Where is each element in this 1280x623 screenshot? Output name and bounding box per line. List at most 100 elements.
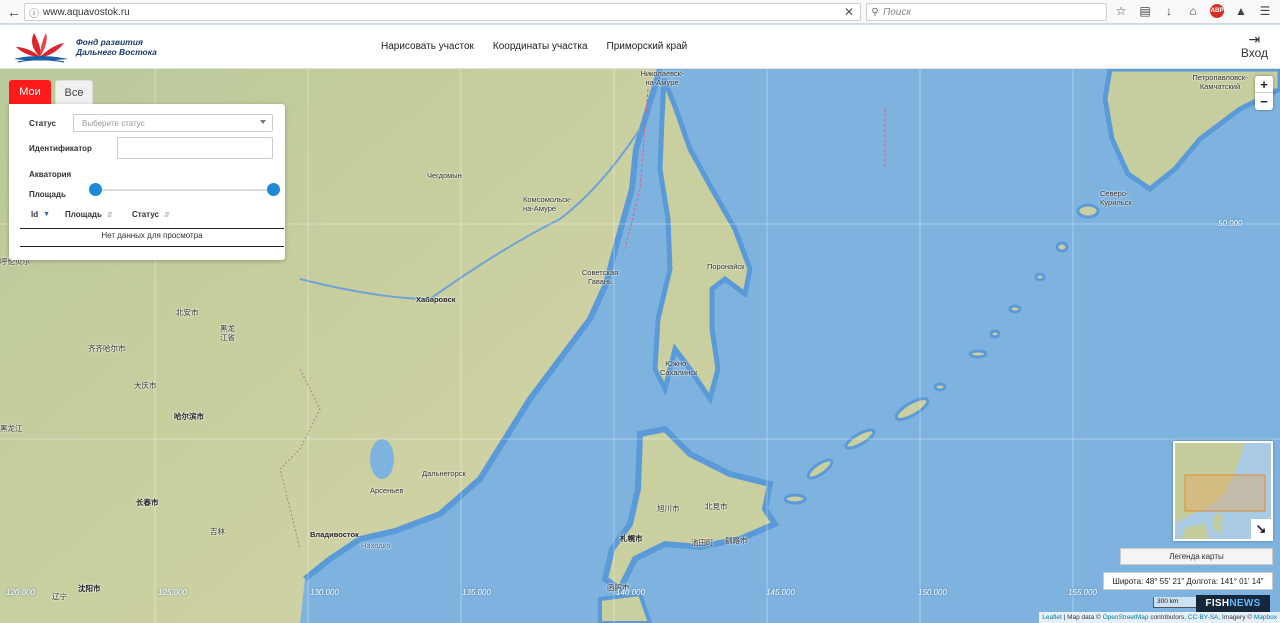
attribution-text: Map data © — [1067, 614, 1101, 621]
map-attribution: Leaflet | Map data © OpenStreetMap contr… — [1039, 612, 1280, 623]
map-label: 旭川市 — [657, 504, 680, 513]
browser-icons: ☆ ▤ ↓ ⌂ ABP ▲ ☰ — [1114, 4, 1272, 18]
map-label: Поронайск — [707, 262, 745, 271]
site-logo[interactable]: Фонд развития Дальнего Востока — [10, 31, 157, 63]
logo-line-1: Фонд развития — [76, 37, 143, 47]
zoom-control: + − — [1255, 76, 1273, 110]
area-slider-max-handle[interactable] — [266, 183, 280, 196]
nav-primorsky-krai[interactable]: Приморский край — [607, 41, 688, 52]
table-header-divider — [20, 228, 284, 229]
map-label: Чегдомын — [427, 171, 462, 180]
back-icon[interactable]: ← — [4, 2, 24, 22]
watermark-fish: FISH — [1205, 598, 1230, 609]
status-placeholder: Выберите статус — [82, 118, 145, 128]
login-icon: ⇥ — [1248, 31, 1261, 47]
column-header-label: Id — [31, 210, 39, 219]
longitude-label: 155.000 — [1068, 588, 1097, 597]
tab-all[interactable]: Все — [55, 80, 93, 104]
extension-icon[interactable]: ▲ — [1234, 4, 1248, 18]
map-label: 北安市 — [176, 308, 199, 317]
zoom-out-button[interactable]: − — [1255, 93, 1273, 110]
info-icon[interactable]: ⓘ — [25, 5, 43, 20]
table-bottom-divider — [20, 246, 284, 247]
osm-link[interactable]: OpenStreetMap — [1103, 614, 1149, 621]
longitude-label: 135.000 — [462, 588, 491, 597]
browser-search-input[interactable]: ⚲ Поиск — [866, 3, 1107, 21]
search-placeholder: Поиск — [883, 6, 912, 18]
zoom-in-button[interactable]: + — [1255, 76, 1273, 93]
column-header-id[interactable]: Id ▼ — [31, 210, 50, 219]
id-input[interactable] — [117, 137, 273, 159]
attribution-text: contributors, — [1150, 614, 1187, 621]
map-label: 吉林 — [210, 527, 225, 536]
latitude-label: 50.000 — [1218, 219, 1243, 228]
map-label: 齐齐哈尔市 — [88, 344, 126, 353]
map-label: 北見市 — [705, 502, 728, 511]
sort-icon: ⇵ — [106, 211, 113, 219]
map-label: Петропавловск-Камчатский — [1192, 73, 1248, 91]
clear-url-icon[interactable]: ✕ — [844, 5, 854, 19]
map-label: 池田町 — [691, 538, 714, 547]
longitude-label: 140.000 — [616, 588, 645, 597]
map-label: 辽宁 — [52, 592, 67, 601]
cursor-coordinates: Широта: 48° 55' 21" Долгота: 141° 01' 14… — [1103, 572, 1273, 590]
map-label: 沈阳市 — [78, 584, 101, 593]
main-nav: Нарисовать участок Координаты участка Пр… — [381, 41, 706, 52]
minimap-toggle-icon[interactable]: ↘ — [1251, 519, 1271, 539]
login-button[interactable]: ⇥ Вход — [1241, 32, 1268, 60]
minimap[interactable]: ↘ — [1173, 441, 1273, 541]
nav-draw-plot[interactable]: Нарисовать участок — [381, 41, 474, 52]
reading-list-icon[interactable]: ▤ — [1138, 4, 1152, 18]
longitude-label: 120.000 — [6, 588, 35, 597]
url-text: www.aquavostok.ru — [43, 6, 130, 18]
map-label: 长春市 — [136, 498, 159, 507]
column-header-area[interactable]: Площадь ⇵ — [65, 210, 113, 219]
empty-table-message: Нет данных для просмотра — [101, 231, 203, 240]
chevron-down-icon — [260, 120, 266, 124]
license-link[interactable]: CC-BY-SA — [1188, 614, 1218, 621]
map-label: Дальнегорск — [422, 469, 466, 478]
nav-plot-coordinates[interactable]: Координаты участка — [493, 41, 588, 52]
bookmark-star-icon[interactable]: ☆ — [1114, 4, 1128, 18]
map-label: Советская Гавань — [581, 268, 619, 286]
map-label: 釧路市 — [725, 536, 748, 545]
attribution-text: , Imagery © — [1218, 614, 1253, 621]
water-area-label: Акватория — [29, 170, 72, 179]
logo-line-2: Дальнего Востока — [76, 47, 157, 57]
site-header: Фонд развития Дальнего Востока Нарисоват… — [0, 25, 1280, 69]
map-legend-button[interactable]: Легенда карты — [1120, 548, 1273, 565]
area-slider-track[interactable] — [95, 189, 273, 191]
menu-icon[interactable]: ☰ — [1258, 4, 1272, 18]
map-label: Николаевск-на-Амуре — [640, 69, 684, 87]
address-bar[interactable]: ⓘ www.aquavostok.ru ✕ — [24, 3, 861, 21]
download-icon[interactable]: ↓ — [1162, 4, 1176, 18]
area-slider-min-handle[interactable] — [88, 183, 102, 196]
longitude-label: 125.000 — [158, 588, 187, 597]
map-label: 哈尔滨市 — [174, 412, 204, 421]
mapbox-link[interactable]: Mapbox — [1254, 614, 1277, 621]
area-label: Площадь — [29, 190, 66, 199]
sort-icon: ⇵ — [163, 211, 170, 219]
map-label: 黑龙江 — [0, 424, 23, 433]
status-label: Статус — [29, 119, 56, 128]
id-label: Идентификатор — [29, 144, 92, 153]
map-label: Владивосток — [310, 530, 359, 539]
lotus-logo-icon — [14, 33, 68, 63]
column-header-label: Площадь — [65, 210, 102, 219]
login-label: Вход — [1240, 46, 1268, 60]
longitude-label: 130.000 — [310, 588, 339, 597]
adblock-icon[interactable]: ABP — [1210, 4, 1224, 18]
map-label: Арсеньев — [370, 486, 404, 495]
column-header-label: Статус — [132, 210, 159, 219]
map-label: Комсомольск-на-Амуре — [523, 195, 572, 213]
column-header-status[interactable]: Статус ⇵ — [132, 210, 170, 219]
map-label: 大庆市 — [134, 381, 157, 390]
leaflet-link[interactable]: Leaflet — [1042, 614, 1062, 621]
longitude-label: 150.000 — [918, 588, 947, 597]
fishnews-watermark: FISH NEWS — [1196, 595, 1270, 612]
status-select[interactable]: Выберите статус — [73, 114, 273, 132]
map-label: 札幌市 — [620, 534, 643, 543]
tab-mine[interactable]: Мои — [9, 80, 51, 104]
longitude-label: 145.000 — [766, 588, 795, 597]
home-icon[interactable]: ⌂ — [1186, 4, 1200, 18]
